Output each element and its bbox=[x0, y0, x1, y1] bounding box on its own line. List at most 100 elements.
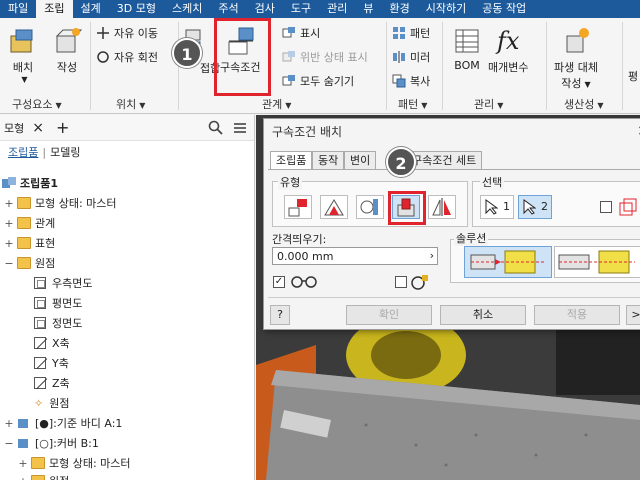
help-button[interactable]: ? bbox=[270, 305, 290, 325]
tab-design[interactable]: 설계 bbox=[73, 0, 109, 18]
callout-1: 1 bbox=[172, 38, 202, 68]
tree-row-cover[interactable]: − [○]:커버 B:1 bbox=[4, 433, 98, 453]
expand-icon[interactable]: + bbox=[4, 197, 14, 210]
solution-opposed-button[interactable] bbox=[464, 246, 552, 278]
symmetry-constraint-button[interactable] bbox=[428, 195, 456, 219]
cursor-icon bbox=[523, 199, 536, 215]
apply-button[interactable]: 적용 bbox=[534, 305, 620, 325]
offset-input[interactable]: 0.000 mm › bbox=[272, 247, 438, 265]
tree-row-base-body[interactable]: + [●]:기준 바디 A:1 bbox=[4, 413, 122, 433]
group-relationships-label: 관계 ▼ bbox=[262, 98, 292, 111]
derived-replace-button[interactable]: 파생 대체 작성 ▼ bbox=[554, 26, 598, 91]
show-button[interactable]: 표시 bbox=[282, 24, 320, 42]
tab-tools[interactable]: 도구 bbox=[283, 0, 319, 18]
browser-close-icon[interactable]: × bbox=[32, 120, 44, 136]
place-button[interactable]: 배치 ▼ bbox=[8, 26, 38, 84]
tree-row-cover-model-state[interactable]: + 모형 상태: 마스터 bbox=[18, 453, 130, 473]
browser-sub-assembly[interactable]: 조립품 bbox=[8, 144, 38, 160]
folder-icon bbox=[17, 237, 31, 249]
show-sick-icon bbox=[282, 50, 296, 64]
preview-checkbox[interactable]: ✓ bbox=[273, 276, 285, 288]
select-2-button[interactable]: 2 bbox=[518, 195, 552, 219]
angle-constraint-button[interactable] bbox=[320, 195, 348, 219]
tab-3d-model[interactable]: 3D 모형 bbox=[109, 0, 164, 18]
browser-search-icon[interactable] bbox=[208, 120, 224, 139]
show-sick-button[interactable]: 위반 상태 표시 bbox=[282, 48, 368, 66]
aligned-solution-icon bbox=[558, 250, 635, 274]
tab-manage[interactable]: 관리 bbox=[319, 0, 355, 18]
tab-sketch[interactable]: 스케치 bbox=[164, 0, 210, 18]
tab-inspect[interactable]: 검사 bbox=[247, 0, 283, 18]
hide-all-button[interactable]: 모두 숨기기 bbox=[282, 72, 354, 90]
tab-annotate[interactable]: 주석 bbox=[210, 0, 246, 18]
browser-sub-modeling[interactable]: 모델링 bbox=[50, 144, 80, 160]
tree-row-y-axis[interactable]: Y축 bbox=[34, 353, 69, 373]
parameters-button[interactable]: fx 매개변수 bbox=[488, 26, 528, 75]
offset-arrow-icon[interactable]: › bbox=[430, 249, 434, 262]
tree-row-representations[interactable]: + 표현 bbox=[4, 233, 55, 253]
tree-row-cover-origin[interactable]: + 원점 bbox=[18, 471, 69, 480]
expand-icon[interactable]: + bbox=[18, 475, 28, 480]
ribbon-panel: 배치 ▼ 작성 구성요소 ▼ 자유 이동 자유 회전 위치 ▼ 접합 구속조건 표시 … bbox=[0, 18, 640, 114]
tab-environments[interactable]: 환경 bbox=[381, 0, 417, 18]
ok-button[interactable]: 확인 bbox=[346, 305, 432, 325]
insert-highlight bbox=[388, 191, 426, 225]
tree-row-z-axis[interactable]: Z축 bbox=[34, 373, 70, 393]
more-options-button[interactable]: > bbox=[626, 305, 640, 325]
tab-assemble[interactable]: 조립 bbox=[36, 0, 73, 18]
dialog-tab-transitional[interactable]: 변이 bbox=[344, 151, 377, 169]
tab-get-started[interactable]: 시작하기 bbox=[418, 0, 474, 18]
dialog-tab-motion[interactable]: 동작 bbox=[312, 151, 345, 169]
part-icon bbox=[17, 437, 31, 449]
collapse-icon[interactable]: − bbox=[4, 257, 14, 270]
plane-icon bbox=[34, 277, 46, 289]
axis-icon bbox=[34, 337, 46, 349]
tree-row-relationships[interactable]: + 관계 bbox=[4, 213, 55, 233]
place-constraint-dialog: 구속조건 배치 × 조립품 동작 변이 구속조건 세트 유형 2 선택 1 2 … bbox=[263, 118, 640, 330]
expand-icon[interactable]: + bbox=[4, 417, 14, 430]
expand-icon[interactable]: + bbox=[4, 217, 14, 230]
browser-tab-model[interactable]: 모형 bbox=[4, 120, 24, 136]
group-manage-label: 관리 ▼ bbox=[474, 98, 504, 111]
axis-icon bbox=[34, 357, 46, 369]
tree-row-x-axis[interactable]: X축 bbox=[34, 333, 70, 353]
dialog-tab-assembly[interactable]: 조립품 bbox=[270, 151, 313, 169]
dialog-tab-constraint-set[interactable]: 구속조건 세트 bbox=[406, 151, 483, 169]
copy-button[interactable]: 복사 bbox=[392, 72, 430, 90]
opposed-solution-icon bbox=[470, 250, 545, 274]
free-rotate-button[interactable]: 자유 회전 bbox=[96, 48, 158, 66]
tree-row-model-state[interactable]: + 모형 상태: 마스터 bbox=[4, 193, 116, 213]
expand-icon[interactable]: + bbox=[4, 237, 14, 250]
browser-add-icon[interactable]: + bbox=[56, 118, 69, 137]
browser-menu-icon[interactable] bbox=[232, 120, 248, 139]
tree-row-center-point[interactable]: ✧ 원점 bbox=[34, 393, 69, 413]
tree-row-top-plane[interactable]: 평면도 bbox=[34, 293, 82, 313]
ribbon-partial-label[interactable]: 평 bbox=[628, 68, 638, 84]
bom-button[interactable]: BOM bbox=[452, 26, 482, 72]
select-1-button[interactable]: 1 bbox=[480, 195, 514, 219]
collapse-icon[interactable]: − bbox=[4, 437, 14, 450]
tree-row-origin[interactable]: − 원점 bbox=[4, 253, 55, 273]
tree-row-assembly[interactable]: 조립품1 bbox=[2, 173, 58, 193]
expand-icon[interactable]: + bbox=[18, 457, 28, 470]
predict-offset-checkbox[interactable] bbox=[395, 276, 407, 288]
tab-collaborate[interactable]: 공동 작업 bbox=[474, 0, 534, 18]
hide-all-icon bbox=[282, 74, 296, 88]
model-browser: 모형 × + 조립품 | 모델링 조립품1 + 모형 상태: 마스터 + 관계 … bbox=[0, 115, 255, 480]
first-occurrence-checkbox[interactable] bbox=[600, 201, 612, 213]
cancel-button[interactable]: 취소 bbox=[440, 305, 526, 325]
solution-aligned-button[interactable] bbox=[554, 246, 640, 278]
tab-file[interactable]: 파일 bbox=[0, 0, 36, 18]
tree-row-front-plane[interactable]: 정면도 bbox=[34, 313, 82, 333]
tab-view[interactable]: 뷰 bbox=[355, 0, 381, 18]
tree-row-right-plane[interactable]: 우측면도 bbox=[34, 273, 92, 293]
tangent-constraint-button[interactable] bbox=[356, 195, 384, 219]
axis-icon bbox=[34, 377, 46, 389]
mirror-button[interactable]: 미러 bbox=[392, 48, 430, 66]
group-productivity-label: 생산성 ▼ bbox=[564, 98, 604, 111]
free-move-button[interactable]: 자유 이동 bbox=[96, 24, 158, 42]
symmetry-icon bbox=[432, 198, 451, 216]
pattern-button[interactable]: 패턴 bbox=[392, 24, 430, 42]
mate-constraint-button[interactable] bbox=[284, 195, 312, 219]
create-button[interactable]: 작성 bbox=[52, 26, 83, 75]
